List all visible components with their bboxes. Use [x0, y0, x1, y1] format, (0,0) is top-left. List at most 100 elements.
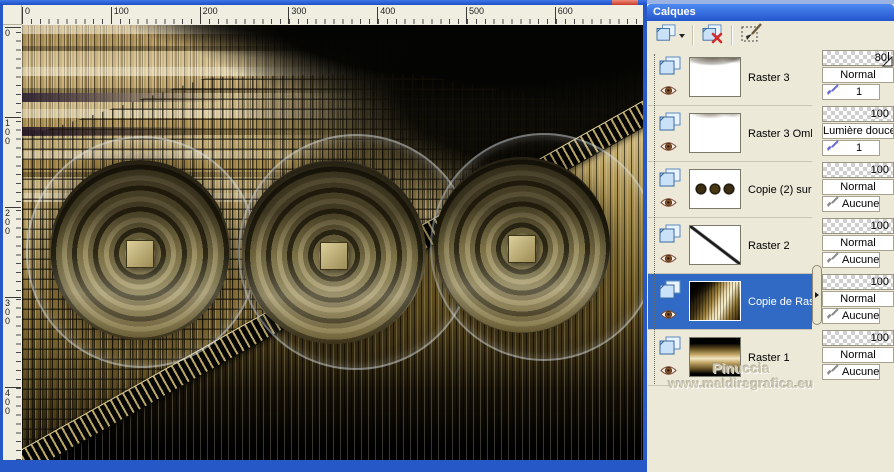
ruler-major-tick [377, 7, 379, 24]
link-set-control[interactable]: Aucune [822, 196, 880, 212]
layer-controls-4: 100 Normal Aucune [822, 218, 894, 271]
link-brush-icon [826, 363, 840, 381]
layer-controls-column: 80 Normal 1 100 Lumière douce 1 100 Norm… [822, 50, 894, 386]
opacity-value: 100 [870, 220, 889, 232]
layer-row-raster-3[interactable]: Raster 3 [648, 50, 812, 106]
palette-title: Calques [653, 6, 696, 18]
link-set-control[interactable]: Aucune [822, 364, 880, 380]
new-layer-icon [656, 24, 676, 47]
layer-thumbnail-art [690, 114, 740, 152]
layer-thumbnail[interactable] [689, 169, 741, 209]
layer-group-icon[interactable] [659, 280, 681, 305]
visibility-eye-icon[interactable] [660, 363, 677, 381]
ruler-label: 4 0 0 [5, 388, 11, 416]
ruler-major-tick [288, 7, 290, 24]
ruler-major-tick [199, 7, 201, 24]
layer-thumbnail-art [690, 170, 740, 208]
layer-list: Raster 3 Raster 3 Ombres : Copie (2) sur… [648, 50, 812, 460]
layer-controls-3: 100 Normal Aucune [822, 162, 894, 215]
window-border-bottom [0, 460, 647, 472]
layer-thumbnail-art [690, 226, 740, 264]
layer-name[interactable]: Copie (2) sur Raster [748, 162, 812, 217]
link-set-control[interactable]: Aucune [822, 308, 880, 324]
delete-layer-icon [702, 24, 723, 47]
opacity-value: 100 [870, 276, 889, 288]
ruler-label: 100 [113, 6, 129, 16]
horizontal-ruler: 0 100 200 300 400 500 600 [22, 5, 643, 25]
ruler-label: 2 0 0 [5, 208, 11, 236]
palette-toolbar [647, 21, 894, 50]
link-set-value: 1 [855, 86, 863, 98]
layer-row-raster-1[interactable]: Raster 1 [648, 330, 812, 386]
blend-mode-select[interactable]: Normal [822, 179, 894, 195]
layer-thumbnail[interactable] [689, 281, 741, 321]
edit-selection-icon [741, 22, 763, 49]
blend-mode-select[interactable]: Normal [822, 235, 894, 251]
link-set-control[interactable]: 1 [822, 140, 880, 156]
ruler-ticks [22, 19, 643, 24]
link-brush-icon [826, 195, 840, 213]
layer-row-raster-2[interactable]: Raster 2 [648, 218, 812, 274]
visibility-eye-icon[interactable] [660, 195, 677, 213]
layer-row-copie-de-raster-1[interactable]: Copie de Raster 1 [648, 274, 812, 330]
ruler-label: 300 [291, 6, 307, 16]
layer-group-icon[interactable] [659, 168, 681, 193]
ruler-major-tick [466, 7, 467, 24]
opacity-slider[interactable]: 100 [822, 162, 894, 178]
palette-titlebar[interactable]: Calques [647, 4, 894, 21]
chevron-down-icon [678, 33, 685, 38]
delete-layer-button[interactable] [697, 23, 727, 48]
layer-thumbnail-art [690, 58, 740, 96]
ruler-label: 3 0 0 [5, 298, 11, 326]
canvas-artwork[interactable] [22, 25, 643, 460]
ruler-ticks [16, 25, 21, 460]
ruler-label: 200 [202, 6, 218, 16]
blend-mode-select[interactable]: Lumière douce [822, 123, 894, 139]
cone-middle [242, 160, 426, 344]
layer-group-icon[interactable] [659, 224, 681, 249]
chevron-right-icon [815, 292, 819, 298]
link-set-control[interactable]: Aucune [822, 252, 880, 268]
ruler-label: 600 [557, 6, 573, 16]
blend-mode-select[interactable]: Normal [822, 347, 894, 363]
layer-name[interactable]: Copie de Raster 1 [748, 274, 812, 329]
visibility-eye-icon[interactable] [660, 307, 677, 325]
opacity-slider[interactable]: 100 [822, 274, 894, 290]
layer-name[interactable]: Raster 3 Ombres : [748, 106, 812, 161]
visibility-eye-icon[interactable] [660, 83, 677, 101]
edit-selection-button[interactable] [737, 23, 767, 48]
opacity-slider[interactable]: 100 [822, 218, 894, 234]
link-brush-icon [826, 307, 840, 325]
layer-group-icon[interactable] [659, 112, 681, 137]
splitter-handle[interactable] [812, 265, 822, 325]
opacity-slider[interactable]: 100 [822, 106, 894, 122]
layer-thumbnail[interactable] [689, 337, 741, 377]
layer-thumbnail[interactable] [689, 57, 741, 97]
ruler-corner [3, 5, 22, 25]
layer-thumbnail[interactable] [689, 225, 741, 265]
layer-name[interactable]: Raster 3 [748, 50, 812, 105]
layer-name[interactable]: Raster 2 [748, 218, 812, 273]
visibility-eye-icon[interactable] [660, 139, 677, 157]
link-set-control[interactable]: 1 [822, 84, 880, 100]
new-layer-button[interactable] [652, 23, 688, 48]
opacity-slider-thumb[interactable] [881, 55, 893, 71]
blend-mode-select[interactable]: Normal [822, 291, 894, 307]
opacity-slider[interactable]: 80 [822, 50, 894, 67]
palette-splitter[interactable] [812, 50, 822, 460]
layer-name[interactable]: Raster 1 [748, 330, 812, 385]
layer-controls-1: 80 Normal 1 [822, 50, 894, 103]
layer-thumbnail-art [690, 338, 740, 376]
layer-group-icon[interactable] [659, 336, 681, 361]
toolbar-separator [692, 25, 694, 45]
layer-group-icon[interactable] [659, 56, 681, 81]
link-brush-icon [826, 83, 840, 101]
toolbar-separator [731, 25, 733, 45]
ruler-major-tick [22, 7, 23, 24]
layer-thumbnail[interactable] [689, 113, 741, 153]
visibility-eye-icon[interactable] [660, 251, 677, 269]
link-brush-icon [826, 139, 840, 157]
opacity-slider[interactable]: 100 [822, 330, 894, 346]
layer-row-raster-3-ombres[interactable]: Raster 3 Ombres : [648, 106, 812, 162]
layer-row-copie-2-sur-raster[interactable]: Copie (2) sur Raster [648, 162, 812, 218]
